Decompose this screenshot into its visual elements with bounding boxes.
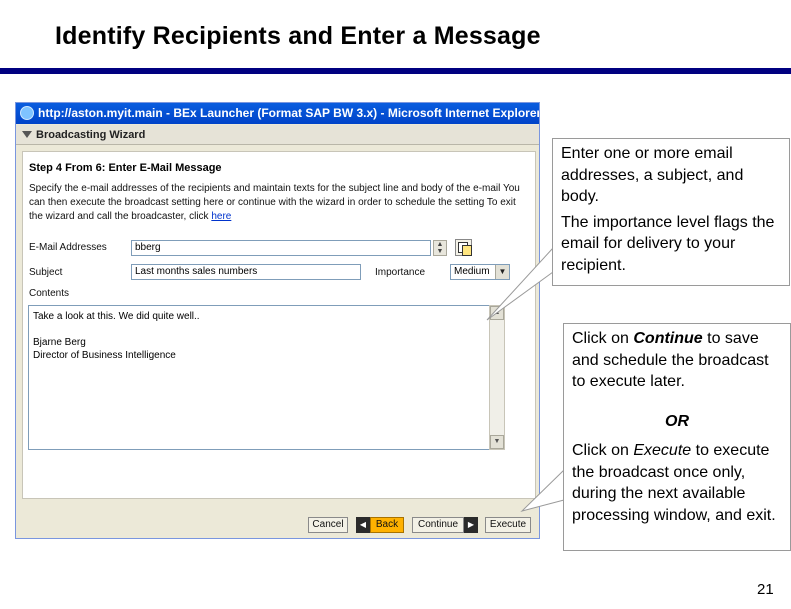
callout-buttons: Click on Continue to save and schedule t… [563, 323, 791, 551]
callout-pointer-execute [520, 469, 565, 512]
callout-emphasis: Continue [633, 330, 703, 347]
page-number: 21 [757, 581, 774, 598]
callout-or: OR [665, 412, 689, 430]
callout-emphasis: Execute [633, 442, 692, 459]
callout-text: Enter one or more email addresses, a sub… [561, 145, 744, 205]
callout-fields: Enter one or more email addresses, a sub… [552, 138, 790, 286]
callout-continue-text: Click on Continue to save and schedule t… [572, 328, 782, 393]
callout-pointer-importance [486, 247, 554, 321]
callout-text: Click on [572, 442, 634, 459]
callout-execute-text: Click on Execute to execute the broadcas… [572, 440, 782, 526]
callout-text: Click on [572, 330, 634, 347]
callout-text: The importance level flags the email for… [561, 213, 775, 274]
